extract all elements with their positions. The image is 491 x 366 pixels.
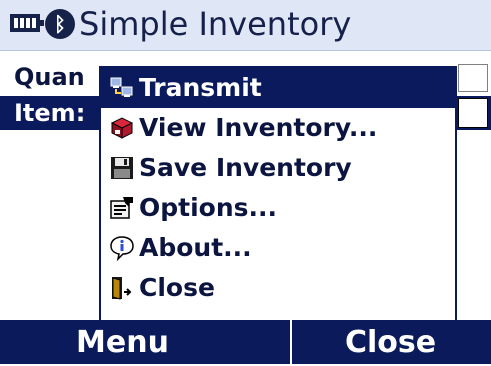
quantity-label: Quan: [14, 63, 85, 91]
about-info-icon: [110, 236, 134, 261]
title-bar: ᛒ Simple Inventory: [0, 0, 491, 51]
menu-item-label: Save Inventory: [139, 153, 352, 182]
menu-item-save-inventory[interactable]: Save Inventory: [101, 148, 455, 188]
menu-item-options[interactable]: Options...: [101, 188, 455, 228]
battery-icon: [10, 14, 44, 32]
floppy-disk-icon: [111, 157, 133, 179]
menu-softkey[interactable]: Menu: [0, 320, 245, 364]
options-icon: [110, 197, 133, 219]
menu-item-label: Close: [139, 273, 215, 302]
close-door-icon: [112, 277, 132, 300]
popup-menu: Transmit View Inventory... Save Inventor…: [99, 66, 457, 320]
menu-item-label: Transmit: [139, 73, 262, 102]
menu-item-label: About...: [139, 233, 252, 262]
menu-item-about[interactable]: About...: [101, 228, 455, 268]
item-field[interactable]: [458, 98, 488, 128]
close-softkey[interactable]: Close: [290, 320, 491, 364]
menu-item-view-inventory[interactable]: View Inventory...: [101, 108, 455, 148]
transmit-icon: [110, 77, 133, 97]
menu-item-transmit[interactable]: Transmit: [101, 68, 455, 108]
bluetooth-icon: ᛒ: [45, 9, 75, 39]
app-title: Simple Inventory: [79, 5, 352, 43]
item-label: Item:: [14, 99, 86, 127]
menu-item-close[interactable]: Close: [101, 268, 455, 308]
menu-item-label: View Inventory...: [139, 113, 378, 142]
quantity-field[interactable]: [458, 64, 488, 92]
view-inventory-icon: [110, 117, 134, 139]
softkey-bar: Menu Close: [0, 320, 491, 364]
menu-item-label: Options...: [139, 193, 278, 222]
